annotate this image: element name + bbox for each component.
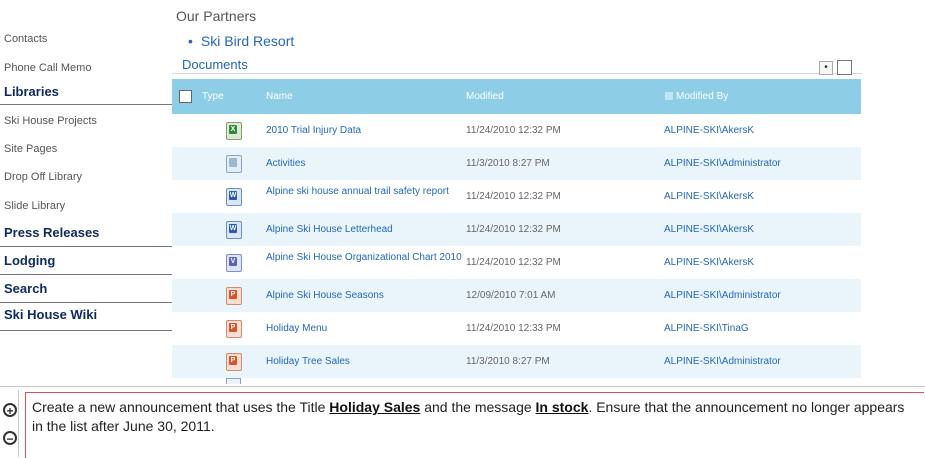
table-row[interactable]: P Holiday Tree Sales 11/3/2010 8:27 PM ALPI… <box>172 345 861 378</box>
nav-divider <box>0 246 172 247</box>
nav-heading-libraries[interactable]: Libraries <box>4 84 59 99</box>
column-filter-box <box>665 92 673 100</box>
partner-link-label: Ski Bird Resort <box>200 33 295 49</box>
document-name-link[interactable]: Alpine Ski House Seasons <box>266 290 384 301</box>
modified-by-link[interactable]: ALPINE-SKI\AkersK <box>664 125 754 136</box>
modified-by-link[interactable]: ALPINE-SKI\AkersK <box>664 257 754 268</box>
generic-file-icon[interactable] <box>226 155 242 173</box>
nav-item-site-pages[interactable]: Site Pages <box>4 143 57 155</box>
task-instructions-panel: Create a new announcement that uses the … <box>25 392 924 458</box>
nav-item-phone-call-memo[interactable]: Phone Call Memo <box>4 62 91 74</box>
table-row[interactable]: P Holiday Menu 11/24/2010 12:33 PM ALPINE-S… <box>172 312 861 345</box>
task-text-segment: and the message <box>420 399 536 415</box>
modified-date: 11/3/2010 8:27 PM <box>466 356 550 367</box>
document-name-link[interactable]: Alpine Ski House Letterhead <box>266 224 393 235</box>
select-all-checkbox[interactable] <box>179 90 192 103</box>
partner-link-ski-bird-resort[interactable]: • Ski Bird Resort <box>188 33 294 49</box>
modified-by-link[interactable]: ALPINE-SKI\Administrator <box>664 356 781 367</box>
nav-heading-ski-house-wiki[interactable]: Ski House Wiki <box>4 307 97 322</box>
nav-divider <box>0 330 172 331</box>
partners-title: Our Partners <box>176 8 257 24</box>
webpart-select-checkbox[interactable] <box>837 60 852 75</box>
document-name-link[interactable]: Holiday Tree Sales <box>266 356 350 367</box>
nav-item-contacts[interactable]: Contacts <box>4 33 47 45</box>
nav-heading-lodging[interactable]: Lodging <box>4 253 55 268</box>
document-name-link[interactable]: 2010 Trial Injury Data <box>266 125 361 136</box>
table-row[interactable]: V Alpine Ski House Organizational Chart 2… <box>172 246 861 279</box>
nav-item-drop-off-library[interactable]: Drop Off Library <box>4 171 82 183</box>
task-panel-divider <box>0 386 925 387</box>
modified-by-link[interactable]: ALPINE-SKI\AkersK <box>664 224 754 235</box>
document-name-link[interactable]: Activities <box>266 158 305 169</box>
nav-divider <box>0 104 172 105</box>
excel-file-icon[interactable]: X <box>226 122 242 140</box>
modified-date: 11/24/2010 12:32 PM <box>466 224 561 235</box>
powerpoint-file-icon[interactable]: P <box>226 353 242 371</box>
modified-by-link[interactable]: ALPINE-SKI\Administrator <box>664 158 781 169</box>
zoom-out-icon[interactable]: − <box>3 431 17 446</box>
modified-date: 12/09/2010 7:01 AM <box>466 290 556 301</box>
documents-title-divider <box>172 73 862 74</box>
nav-heading-search[interactable]: Search <box>4 281 47 296</box>
modified-date: 11/24/2010 12:33 PM <box>466 323 561 334</box>
table-row[interactable]: W Alpine Ski House Letterhead 11/24/2010 1… <box>172 213 861 246</box>
documents-header-row: Type Name Modified Modified By <box>172 79 861 114</box>
bullet: • <box>188 33 193 49</box>
column-header-type[interactable]: Type <box>202 91 224 102</box>
nav-divider <box>0 302 172 303</box>
nav-item-slide-library[interactable]: Slide Library <box>4 200 65 212</box>
column-header-modified[interactable]: Modified <box>466 91 504 102</box>
modified-date: 11/3/2010 8:27 PM <box>466 158 550 169</box>
task-panel-divider <box>18 390 19 457</box>
document-name-link[interactable]: Alpine Ski House Organizational Chart 20… <box>266 252 466 263</box>
modified-by-link[interactable]: ALPINE-SKI\Administrator <box>664 290 781 301</box>
column-header-name[interactable]: Name <box>266 91 293 102</box>
powerpoint-file-icon[interactable]: P <box>226 320 242 338</box>
task-message-value: In stock <box>535 399 589 415</box>
nav-divider <box>0 274 172 275</box>
task-instructions-text: Create a new announcement that uses the … <box>32 398 912 436</box>
task-text-segment: Create a new announcement that uses the … <box>32 399 330 415</box>
document-name-link[interactable]: Holiday Menu <box>266 323 327 334</box>
zoom-in-icon[interactable]: + <box>3 403 17 418</box>
webpart-menu-button[interactable]: • <box>819 61 833 75</box>
word-file-icon[interactable]: W <box>226 188 242 206</box>
document-name-link[interactable]: Alpine ski house annual trail safety rep… <box>266 186 466 197</box>
table-row[interactable]: Activities 11/3/2010 8:27 PM ALPINE-SKI\Ad… <box>172 147 861 180</box>
powerpoint-file-icon[interactable]: P <box>226 287 242 305</box>
table-row[interactable]: X 2010 Trial Injury Data 11/24/2010 12:32 … <box>172 114 861 147</box>
visio-file-icon[interactable]: V <box>226 254 242 272</box>
documents-title[interactable]: Documents <box>182 57 248 72</box>
table-row[interactable]: W Alpine ski house annual trail safety re… <box>172 180 861 213</box>
modified-date: 11/24/2010 12:32 PM <box>466 125 561 136</box>
modified-date: 11/24/2010 12:32 PM <box>466 257 561 268</box>
nav-heading-press-releases[interactable]: Press Releases <box>4 225 99 240</box>
modified-by-link[interactable]: ALPINE-SKI\TinaG <box>664 323 749 334</box>
modified-by-link[interactable]: ALPINE-SKI\AkersK <box>664 191 754 202</box>
modified-date: 11/24/2010 12:32 PM <box>466 191 561 202</box>
table-row[interactable]: P Alpine Ski House Seasons 12/09/2010 7:01… <box>172 279 861 312</box>
task-title-value: Holiday Sales <box>329 399 421 415</box>
word-file-icon[interactable]: W <box>226 221 242 239</box>
column-header-modified-by[interactable]: Modified By <box>676 91 728 102</box>
nav-item-ski-house-projects[interactable]: Ski House Projects <box>4 115 97 127</box>
generic-file-icon <box>226 378 241 384</box>
